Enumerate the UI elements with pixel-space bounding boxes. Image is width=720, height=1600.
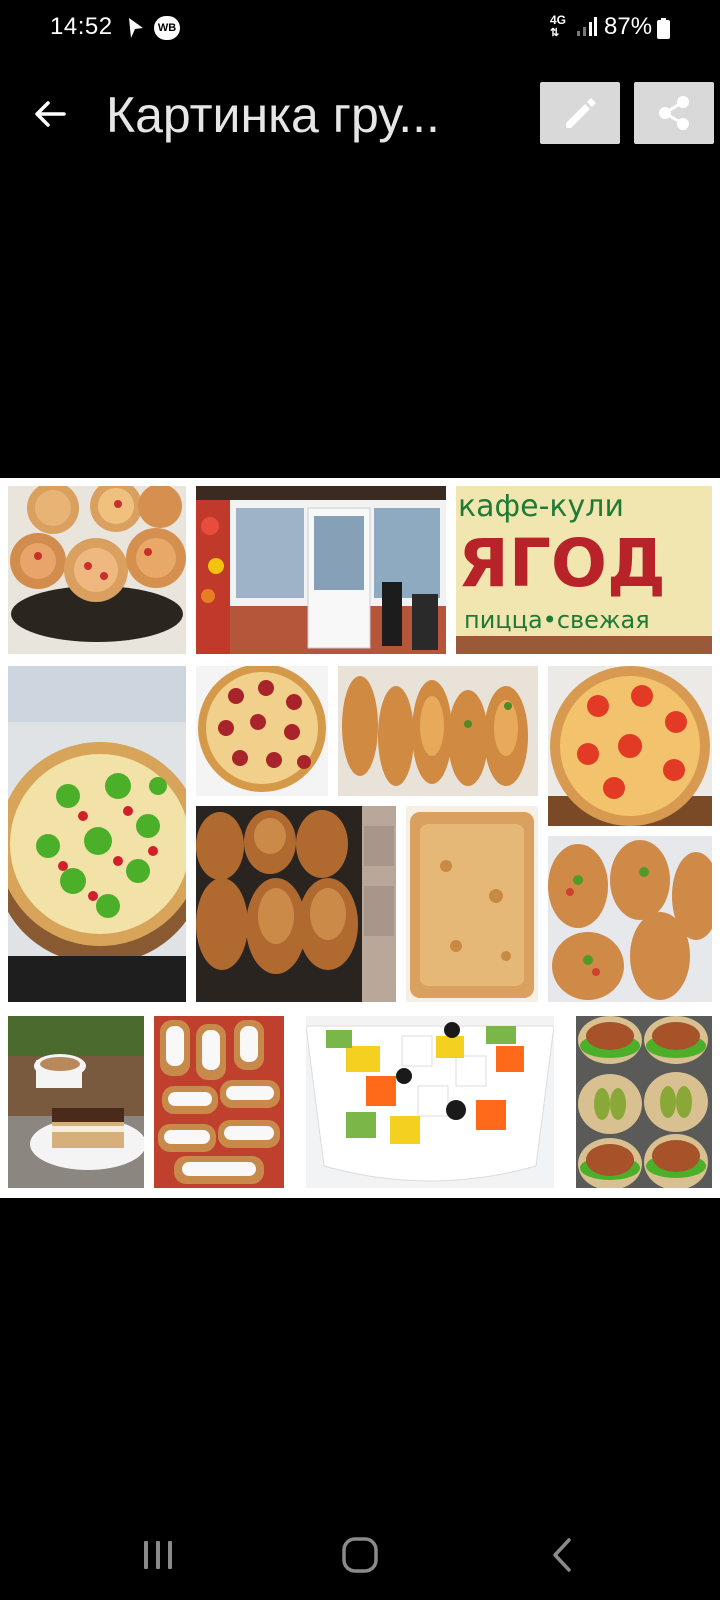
status-time: 14:52 — [50, 13, 113, 40]
sign-line-pizza: пицца•свежая — [464, 606, 650, 634]
photo-mini-pizzas — [8, 486, 186, 654]
photo-cake-and-coffee — [8, 1016, 144, 1188]
data-arrows-icon: ⇅ — [550, 27, 560, 39]
photo-cafe-sign: кафе-кули ЯГОД пицца•свежая — [456, 486, 712, 654]
recents-icon — [144, 1541, 172, 1569]
share-button[interactable] — [634, 82, 714, 144]
photo-cafe-storefront — [196, 486, 446, 654]
network-type-text: 4G — [550, 13, 567, 27]
arrow-left-icon — [35, 101, 66, 127]
page-title: Картинка гру... — [106, 87, 440, 143]
navigation-arrow-icon — [126, 16, 146, 45]
photo-tomato-pizza — [548, 666, 712, 826]
status-bar: 14:52 WB 4G ⇅ 87% — [0, 0, 720, 56]
pencil-icon — [566, 98, 596, 128]
photo-pizza-arugula — [8, 666, 186, 1002]
photo-stuffed-buns — [548, 836, 712, 1002]
photo-fried-pirozhki — [196, 806, 396, 1002]
edit-button[interactable] — [540, 82, 620, 144]
share-icon — [659, 96, 689, 130]
system-nav-bar — [0, 1510, 720, 1600]
signal-icon — [576, 16, 598, 43]
wb-app-icon: WB — [154, 16, 180, 40]
back-button[interactable] — [24, 88, 76, 140]
nav-back-button[interactable] — [534, 1530, 594, 1580]
battery-icon — [657, 18, 670, 39]
image-collage[interactable]: кафе-кули ЯГОД пицца•свежая — [0, 478, 720, 1198]
recents-button[interactable] — [128, 1530, 188, 1580]
photo-pepperoni-pizza — [196, 666, 328, 796]
sign-line-name: ЯГОД — [458, 525, 666, 602]
sign-line-cafe: кафе-кули — [458, 489, 624, 524]
battery-percent: 87% — [604, 13, 653, 40]
photo-greek-salad — [306, 1016, 554, 1188]
photo-eclairs — [154, 1016, 284, 1188]
chevron-left-icon — [553, 1538, 571, 1572]
photo-baked-pies — [338, 666, 538, 796]
app-toolbar: Картинка гру... — [0, 70, 720, 160]
photo-cutlet-sandwiches — [576, 1016, 712, 1188]
home-icon — [342, 1537, 378, 1573]
home-button[interactable] — [330, 1530, 390, 1580]
photo-flatbread — [406, 806, 538, 1002]
network-type-label: 4G ⇅ — [550, 14, 566, 39]
